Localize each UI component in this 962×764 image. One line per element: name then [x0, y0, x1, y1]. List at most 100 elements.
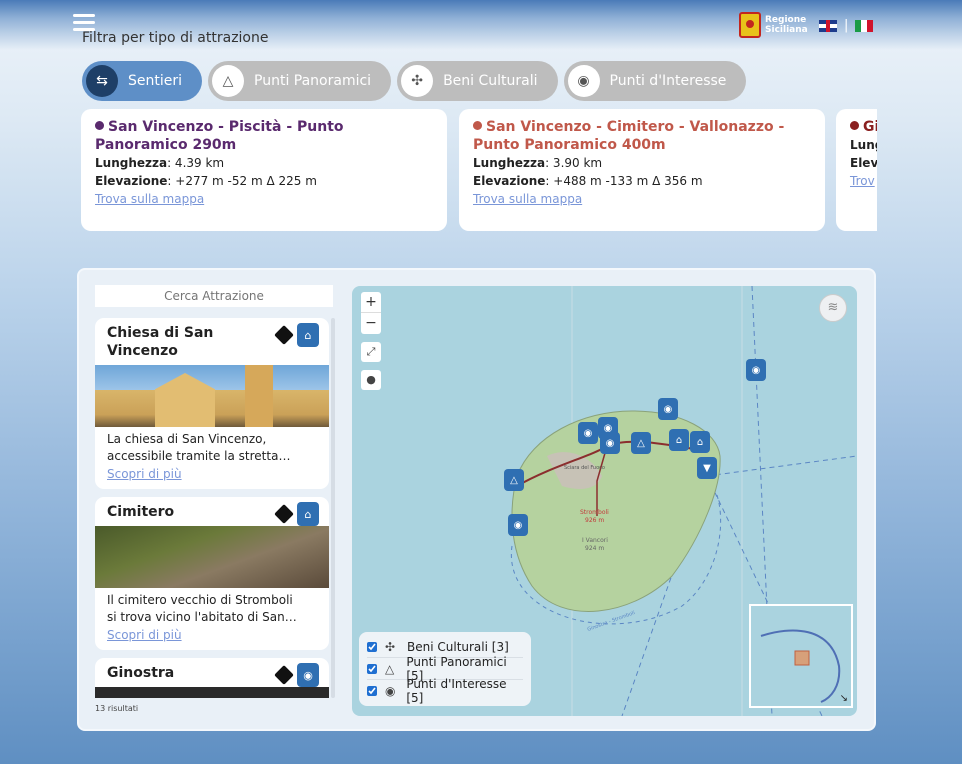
mountain-icon: △: [212, 65, 245, 97]
filter-beni-culturali[interactable]: ✣ Beni Culturali: [397, 61, 558, 101]
trail-card: Gi Lung Elev Trov: [836, 109, 877, 231]
trail-cards-carousel: San Vincenzo - Piscità - Punto Panoramic…: [81, 109, 877, 231]
find-on-map-link[interactable]: Trova sulla mappa: [473, 192, 811, 206]
list-item[interactable]: Ginostra ◉: [95, 658, 329, 698]
map-label-route: Ginostra - Stromboli: [587, 610, 636, 633]
zoom-control: + −: [361, 292, 381, 334]
map-view[interactable]: Sciara del Fuoco Stromboli 926 m I Vanco…: [352, 286, 857, 716]
directions-icon[interactable]: [274, 665, 294, 685]
elevation-label: Elevazione: [473, 174, 546, 188]
person-pin-icon: ◉: [567, 65, 600, 97]
legend-row-punti-interesse[interactable]: ◉ Punti d'Interesse [5]: [367, 677, 523, 705]
church-photo: [95, 365, 329, 427]
layers-icon[interactable]: ≋: [819, 294, 847, 322]
length-label: Lunghezza: [473, 156, 546, 170]
person-marker-icon[interactable]: ◉: [600, 432, 620, 454]
length-value: : 4.39 km: [167, 156, 225, 170]
person-marker-icon[interactable]: ◉: [297, 663, 319, 687]
map-legend: ✣ Beni Culturali [3] △ Punti Panoramici …: [359, 632, 531, 706]
directions-icon[interactable]: [274, 504, 294, 524]
map-label-peak-elev: 924 m: [585, 545, 604, 552]
legend-checkbox[interactable]: [367, 686, 377, 696]
find-on-map-link[interactable]: Trova sulla mappa: [95, 192, 433, 206]
person-marker-icon[interactable]: ◉: [746, 359, 766, 381]
person-marker-icon[interactable]: ◉: [578, 422, 598, 444]
trail-card: San Vincenzo - Cimitero - Vallonazzo - P…: [459, 109, 825, 231]
minimap[interactable]: ↘: [749, 604, 853, 708]
regione-siciliana-logo[interactable]: Regione Siciliana: [739, 12, 808, 38]
italian-flag-icon[interactable]: [855, 20, 873, 32]
trail-color-dot: [850, 121, 859, 130]
results-count: 13 risultati: [95, 704, 139, 713]
trail-color-dot: [95, 121, 104, 130]
cemetery-photo: [95, 526, 329, 588]
length-label: Lung: [850, 138, 877, 152]
language-separator: |: [844, 18, 849, 33]
length-value: : 3.90 km: [545, 156, 603, 170]
elevation-value: : +277 m -52 m Δ 225 m: [167, 174, 317, 188]
church-marker-icon[interactable]: ⌂: [669, 429, 689, 451]
person-marker-icon[interactable]: ◉: [658, 398, 678, 420]
legend-label: Punti d'Interesse [5]: [406, 677, 507, 705]
trail-color-dot: [473, 121, 482, 130]
directions-icon[interactable]: [274, 325, 294, 345]
filter-label: Sentieri: [128, 73, 183, 89]
zoom-in-button[interactable]: +: [361, 292, 381, 313]
attraction-description: si trova vicino l'abitato di San…: [107, 610, 297, 624]
trinacria-icon: ✣: [401, 65, 434, 97]
locate-icon[interactable]: ●: [361, 370, 381, 390]
filter-label: Punti d'Interesse: [609, 73, 727, 89]
fullscreen-icon[interactable]: ⤢: [361, 342, 381, 362]
legend-label: Beni Culturali [3]: [407, 639, 509, 654]
mountain-icon: △: [385, 661, 395, 676]
attraction-list[interactable]: Chiesa di San Vincenzo ⌂ La chiesa di Sa…: [95, 318, 329, 698]
legend-checkbox[interactable]: [367, 663, 377, 674]
pushpin-marker-icon[interactable]: ▼: [697, 457, 717, 479]
person-pin-icon: ◉: [385, 684, 396, 698]
filter-punti-panoramici[interactable]: △ Punti Panoramici: [208, 61, 392, 101]
filter-label: Punti Panoramici: [254, 73, 372, 89]
english-flag-icon[interactable]: [819, 20, 837, 32]
filter-label: Beni Culturali: [443, 73, 538, 89]
church-marker-icon[interactable]: ⌂: [297, 323, 319, 347]
attraction-title: Cimitero: [107, 504, 175, 520]
filter-title: Filtra per tipo di attrazione: [82, 30, 269, 46]
map-label-peak: Stromboli: [580, 509, 609, 516]
trail-title: San Vincenzo - Piscità - Punto Panoramic…: [95, 119, 344, 153]
discover-more-link[interactable]: Scopri di più: [95, 465, 329, 489]
attraction-description: accessibile tramite la stretta…: [107, 449, 291, 463]
expand-minimap-icon[interactable]: ↘: [840, 693, 848, 704]
attraction-title: Chiesa di San Vincenzo: [107, 325, 214, 359]
trail-card: San Vincenzo - Piscità - Punto Panoramic…: [81, 109, 447, 231]
person-marker-icon[interactable]: ◉: [508, 514, 528, 536]
search-input[interactable]: [95, 285, 333, 307]
logo-line-1: Regione: [765, 15, 807, 25]
trail-title: San Vincenzo - Cimitero - Vallonazzo - P…: [473, 119, 785, 153]
find-on-map-link[interactable]: Trov: [850, 174, 877, 188]
ginostra-photo: [95, 687, 329, 698]
attraction-type-filters: ⇆ Sentieri △ Punti Panoramici ✣ Beni Cul…: [82, 61, 747, 101]
list-item[interactable]: Chiesa di San Vincenzo ⌂ La chiesa di Sa…: [95, 318, 329, 489]
elevation-value: : +488 m -133 m Δ 356 m: [545, 174, 703, 188]
discover-more-link[interactable]: Scopri di più: [95, 626, 329, 650]
attraction-description: Il cimitero vecchio di Stromboli: [107, 593, 293, 607]
trinacria-logo-icon: [739, 12, 761, 38]
filter-sentieri[interactable]: ⇆ Sentieri: [82, 61, 203, 101]
elevation-label: Elev: [850, 156, 877, 170]
church-marker-icon[interactable]: ⌂: [690, 431, 710, 453]
attraction-title: Ginostra: [107, 665, 175, 681]
zoom-out-button[interactable]: −: [361, 313, 381, 334]
mountain-marker-icon[interactable]: △: [504, 469, 524, 491]
attractions-panel: Chiesa di San Vincenzo ⌂ La chiesa di Sa…: [77, 268, 876, 731]
mountain-marker-icon[interactable]: △: [631, 432, 651, 454]
length-label: Lunghezza: [95, 156, 168, 170]
filter-punti-interesse[interactable]: ◉ Punti d'Interesse: [563, 61, 747, 101]
list-item[interactable]: Cimitero ⌂ Il cimitero vecchio di Stromb…: [95, 497, 329, 650]
church-marker-icon[interactable]: ⌂: [297, 502, 319, 526]
attraction-description: La chiesa di San Vincenzo,: [107, 432, 267, 446]
map-label-peak: I Vancori: [582, 537, 608, 544]
map-label-peak-elev: 926 m: [585, 517, 604, 524]
list-scrollbar[interactable]: [331, 318, 335, 698]
trinacria-icon: ✣: [385, 639, 396, 654]
legend-checkbox[interactable]: [367, 641, 377, 652]
